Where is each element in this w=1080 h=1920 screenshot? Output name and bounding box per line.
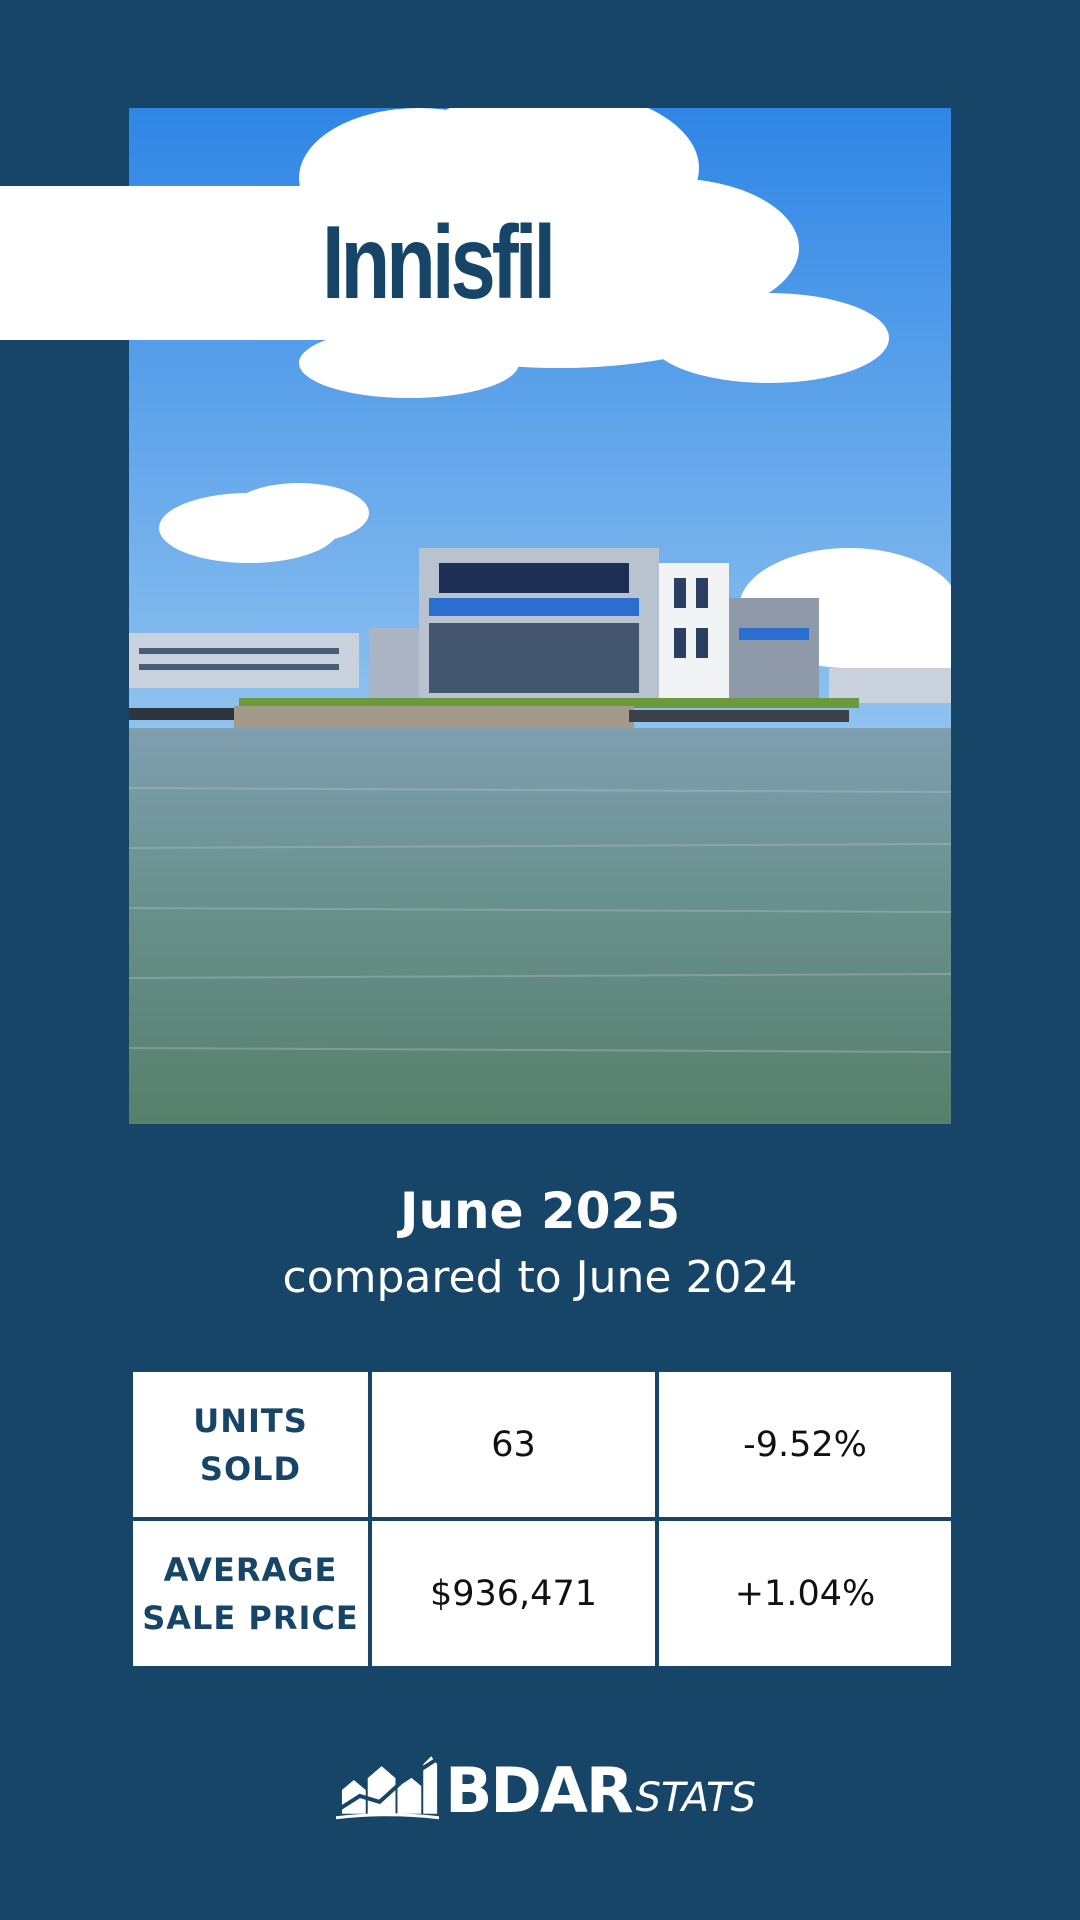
average-sale-price-value: $936,471	[372, 1521, 655, 1666]
page-title: Innisfil	[322, 205, 556, 321]
period-title: June 2025	[399, 1182, 681, 1240]
average-sale-price-label: AVERAGE SALE PRICE	[133, 1521, 368, 1666]
units-sold-value: 63	[372, 1372, 655, 1517]
period-comparison: compared to June 2024	[282, 1252, 798, 1303]
brand-suffix: STATS	[635, 1775, 756, 1821]
units-sold-label: UNITS SOLD	[133, 1372, 368, 1517]
brand-name: BDAR	[445, 1754, 633, 1827]
houses-chart-icon	[336, 1756, 440, 1820]
brand-logo: BDAR STATS	[336, 1752, 756, 1822]
units-sold-change: -9.52%	[659, 1372, 951, 1517]
stats-table: UNITS SOLD 63 -9.52% AVERAGE SALE PRICE …	[129, 1368, 951, 1670]
average-sale-price-change: +1.04%	[659, 1521, 951, 1666]
